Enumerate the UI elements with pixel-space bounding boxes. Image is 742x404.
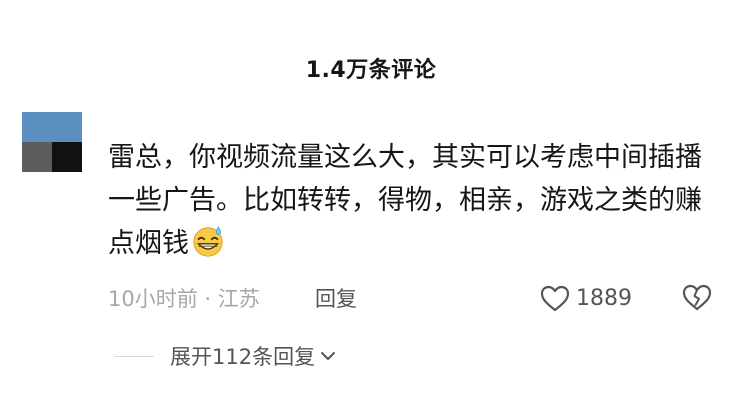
- chevron-down-icon: [321, 352, 336, 360]
- comment-meta-row: 10小时前 · 江苏 回复 1889: [108, 282, 728, 316]
- heart-outline-icon: [540, 285, 570, 312]
- expand-replies-button[interactable]: 展开112条回复: [114, 338, 337, 374]
- comments-count-title: 1.4万条评论: [305, 58, 437, 83]
- avatar-bottom-right-block: [52, 142, 82, 172]
- grinning-sweat-emoji: [193, 226, 223, 257]
- reply-button[interactable]: 回复: [315, 282, 357, 316]
- like-button[interactable]: 1889: [540, 282, 632, 316]
- avatar-bottom-left-block: [22, 142, 52, 172]
- dislike-button[interactable]: [682, 284, 712, 314]
- avatar-top-block: [22, 112, 82, 142]
- expand-replies-label: 展开112条回复: [170, 345, 316, 369]
- broken-heart-icon: [682, 284, 712, 311]
- divider-line: [114, 355, 154, 357]
- comment-body: 雷总，你视频流量这么大，其实可以考虑中间插播一些广告。比如转转，得物，相亲，游戏…: [108, 136, 723, 265]
- like-count: 1889: [576, 286, 632, 311]
- comment-time-location: 10小时前 · 江苏: [108, 287, 260, 311]
- avatar[interactable]: [22, 112, 82, 172]
